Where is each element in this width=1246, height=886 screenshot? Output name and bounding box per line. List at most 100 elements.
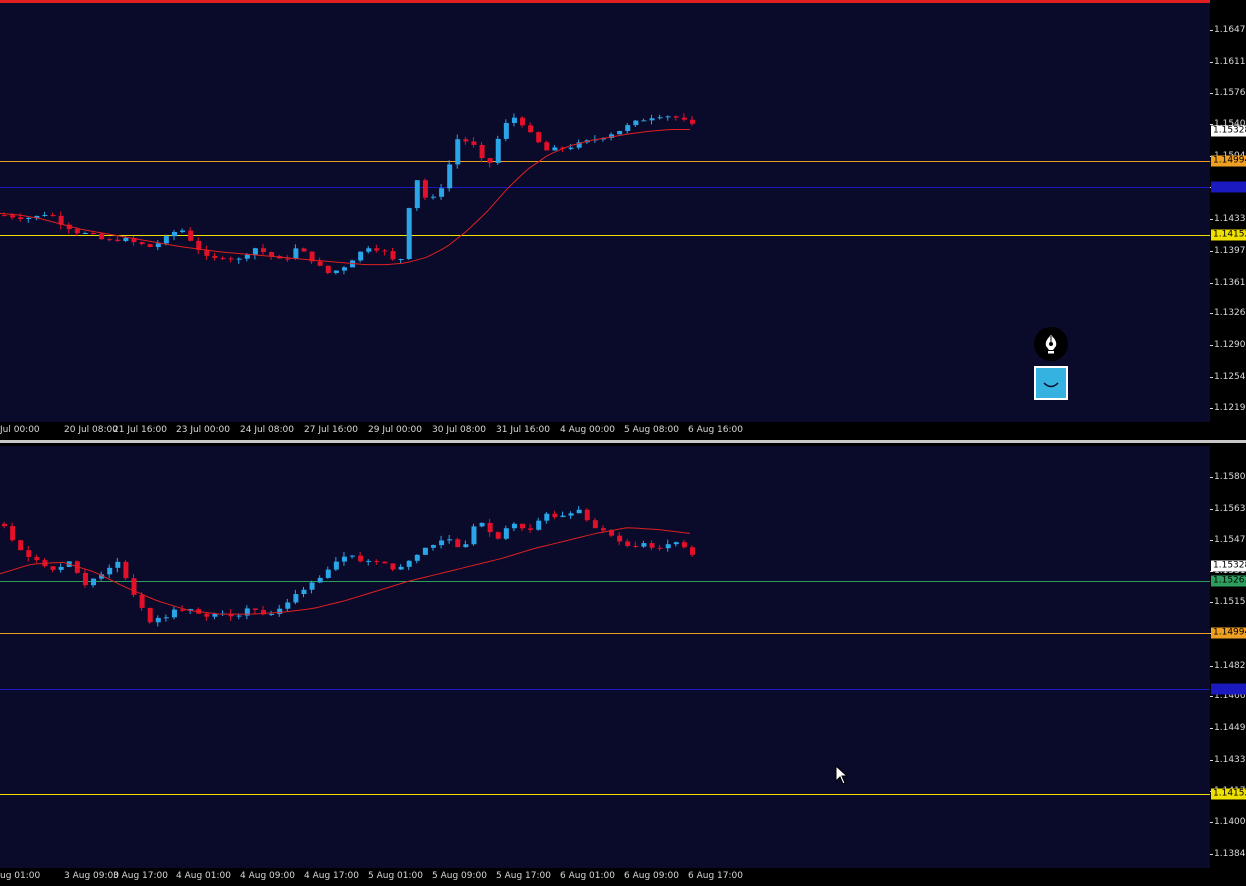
time-tick-label: 6 Aug 16:00 (688, 425, 743, 435)
time-tick-label: 23 Jul 00:00 (176, 425, 230, 435)
candle (366, 246, 372, 254)
candle (147, 607, 153, 624)
upper-chart-plot[interactable] (0, 0, 1210, 422)
price-level-tag[interactable]: 1.15328 (1211, 560, 1246, 572)
pane-separator[interactable] (0, 440, 1246, 443)
candle (220, 610, 226, 616)
candle (536, 517, 542, 531)
time-tick-label: 5 Aug 08:00 (624, 425, 679, 435)
fountain-pen-icon (1045, 335, 1057, 354)
candle (576, 506, 582, 514)
candle (390, 563, 396, 572)
candle (649, 114, 655, 125)
upper-price-axis[interactable]: 1.164771.161171.157671.154071.150471.146… (1210, 0, 1246, 422)
price-tick-mark (1210, 29, 1213, 31)
candle (293, 244, 299, 260)
price-level-tag[interactable]: 1.15263 (1211, 575, 1246, 587)
price-tick-mark (1210, 282, 1213, 284)
upper-time-axis[interactable]: Jul 00:00 20 Jul 08:00 21 Jul 16:00 23 Jul … (0, 422, 1210, 440)
candle (163, 614, 169, 622)
candle (665, 539, 671, 552)
candle (406, 560, 412, 571)
candle (520, 115, 526, 128)
lower-time-axis[interactable]: ug 01:00 3 Aug 09:00 3 Aug 17:00 4 Aug 01:0… (0, 868, 1210, 886)
smile-icon (1043, 382, 1059, 388)
lower-candlestick-chart[interactable] (0, 446, 1210, 868)
upper-chart-pane[interactable]: 1.164771.161171.157671.154071.150471.146… (0, 0, 1246, 440)
candle (131, 574, 137, 598)
candle (617, 532, 623, 546)
candle (503, 525, 509, 541)
time-tick-label: 3 Aug 09:00 (64, 871, 119, 881)
price-tick-mark (1210, 345, 1213, 347)
time-tick-label: 6 Aug 17:00 (688, 871, 743, 881)
candle (495, 135, 501, 165)
candle (633, 120, 639, 128)
time-tick-label: 20 Jul 08:00 (64, 425, 118, 435)
price-tick-mark (1210, 377, 1213, 379)
price-tick-label: 1.12907 (1214, 340, 1246, 351)
candle (18, 539, 24, 551)
candle (374, 244, 380, 253)
candle (50, 565, 56, 573)
time-tick-label: 6 Aug 01:00 (560, 871, 615, 881)
price-tick-mark (1210, 92, 1213, 94)
candle (252, 247, 258, 260)
candle (641, 118, 647, 122)
price-tick-label: 1.14822 (1214, 660, 1246, 671)
pen-tool-button[interactable] (1034, 327, 1068, 361)
candle (455, 134, 461, 169)
candle (447, 160, 453, 192)
candle (374, 559, 380, 565)
time-tick-label: 6 Aug 09:00 (624, 871, 679, 881)
candle (220, 256, 226, 261)
price-level-tag[interactable]: 1.14702 (1211, 181, 1246, 193)
price-tick-label: 1.16117 (1214, 56, 1246, 67)
candle (592, 517, 598, 529)
candle (341, 265, 347, 275)
candle (269, 251, 275, 260)
candle (50, 212, 56, 217)
candle (180, 228, 186, 234)
candle (552, 510, 558, 520)
price-tick-mark (1210, 509, 1213, 510)
price-level-tag[interactable]: 1.14994 (1211, 627, 1246, 639)
candle (681, 539, 687, 549)
candle (91, 578, 97, 588)
candle (333, 270, 339, 275)
candle (366, 559, 372, 566)
candle (471, 137, 477, 148)
candle (690, 545, 695, 557)
candle (285, 598, 291, 612)
lower-chart-pane[interactable]: 1.158021.156371.154771.153171.151521.149… (0, 446, 1246, 886)
candle (625, 122, 631, 134)
price-level-tag[interactable]: 1.15328 (1211, 125, 1246, 137)
candle (107, 564, 113, 578)
candle (665, 115, 671, 121)
candle (358, 551, 364, 563)
price-tick-mark (1210, 313, 1213, 315)
lower-price-axis[interactable]: 1.158021.156371.154771.153171.151521.149… (1210, 446, 1246, 868)
time-tick-label: 21 Jul 16:00 (113, 425, 167, 435)
lower-chart-plot[interactable] (0, 446, 1210, 868)
price-level-tag[interactable]: 1.14994 (1211, 155, 1246, 167)
price-tick-label: 1.13842 (1214, 849, 1246, 859)
price-tick-label: 1.13617 (1214, 277, 1246, 288)
upper-candlestick-chart[interactable] (0, 0, 1210, 422)
price-tick-mark (1210, 854, 1213, 855)
candle (204, 245, 210, 260)
candle (649, 540, 655, 551)
candle (430, 544, 436, 551)
moving-average-line (0, 527, 691, 615)
smile-tool-button[interactable] (1034, 366, 1068, 400)
price-tick-mark (1210, 665, 1213, 667)
candle (633, 541, 639, 549)
price-tick-label: 1.15767 (1214, 87, 1246, 98)
candle (155, 240, 161, 251)
price-level-tag[interactable]: 1.14152 (1211, 229, 1246, 241)
price-tick-label: 1.14497 (1214, 723, 1246, 734)
price-level-tag[interactable]: 1.14152 (1211, 788, 1246, 800)
candle (681, 113, 687, 122)
price-level-tag[interactable]: 1.14702 (1211, 683, 1246, 695)
candle (511, 113, 517, 127)
